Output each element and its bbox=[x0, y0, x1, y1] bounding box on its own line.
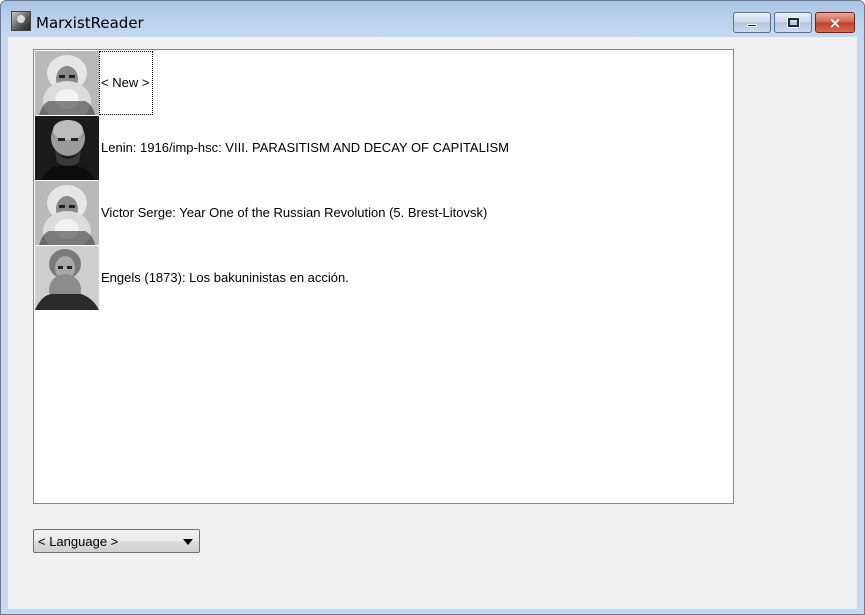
language-dropdown[interactable]: < Language > bbox=[33, 529, 200, 553]
marx-portrait-icon[interactable] bbox=[11, 11, 31, 31]
chevron-down-icon[interactable] bbox=[183, 539, 193, 545]
app-window: MarxistReader × < New > Lenin: 1916/imp-… bbox=[0, 0, 865, 615]
list-item-label: Lenin: 1916/imp-hsc: VIII. PARASITISM AN… bbox=[101, 140, 509, 155]
maximize-button[interactable] bbox=[774, 12, 812, 33]
document-list[interactable]: < New > Lenin: 1916/imp-hsc: VIII. PARAS… bbox=[33, 49, 734, 504]
title-bar[interactable]: MarxistReader × bbox=[1, 1, 864, 37]
marx-portrait-icon bbox=[35, 51, 99, 115]
engels-portrait-icon bbox=[35, 246, 99, 310]
maximize-icon bbox=[787, 17, 800, 28]
minimize-icon bbox=[747, 24, 757, 27]
list-item-label: Victor Serge: Year One of the Russian Re… bbox=[101, 205, 488, 220]
close-icon: × bbox=[828, 14, 842, 32]
minimize-button[interactable] bbox=[733, 12, 771, 33]
lenin-portrait-icon bbox=[35, 116, 99, 180]
close-button[interactable]: × bbox=[815, 12, 855, 33]
language-selected-value: < Language > bbox=[38, 534, 119, 549]
marx-portrait-icon bbox=[35, 181, 99, 245]
list-item-label: < New > bbox=[101, 75, 150, 90]
list-item-label: Engels (1873): Los bakuninistas en acció… bbox=[101, 270, 349, 285]
client-area: < New > Lenin: 1916/imp-hsc: VIII. PARAS… bbox=[8, 37, 857, 609]
window-title: MarxistReader bbox=[36, 14, 144, 32]
